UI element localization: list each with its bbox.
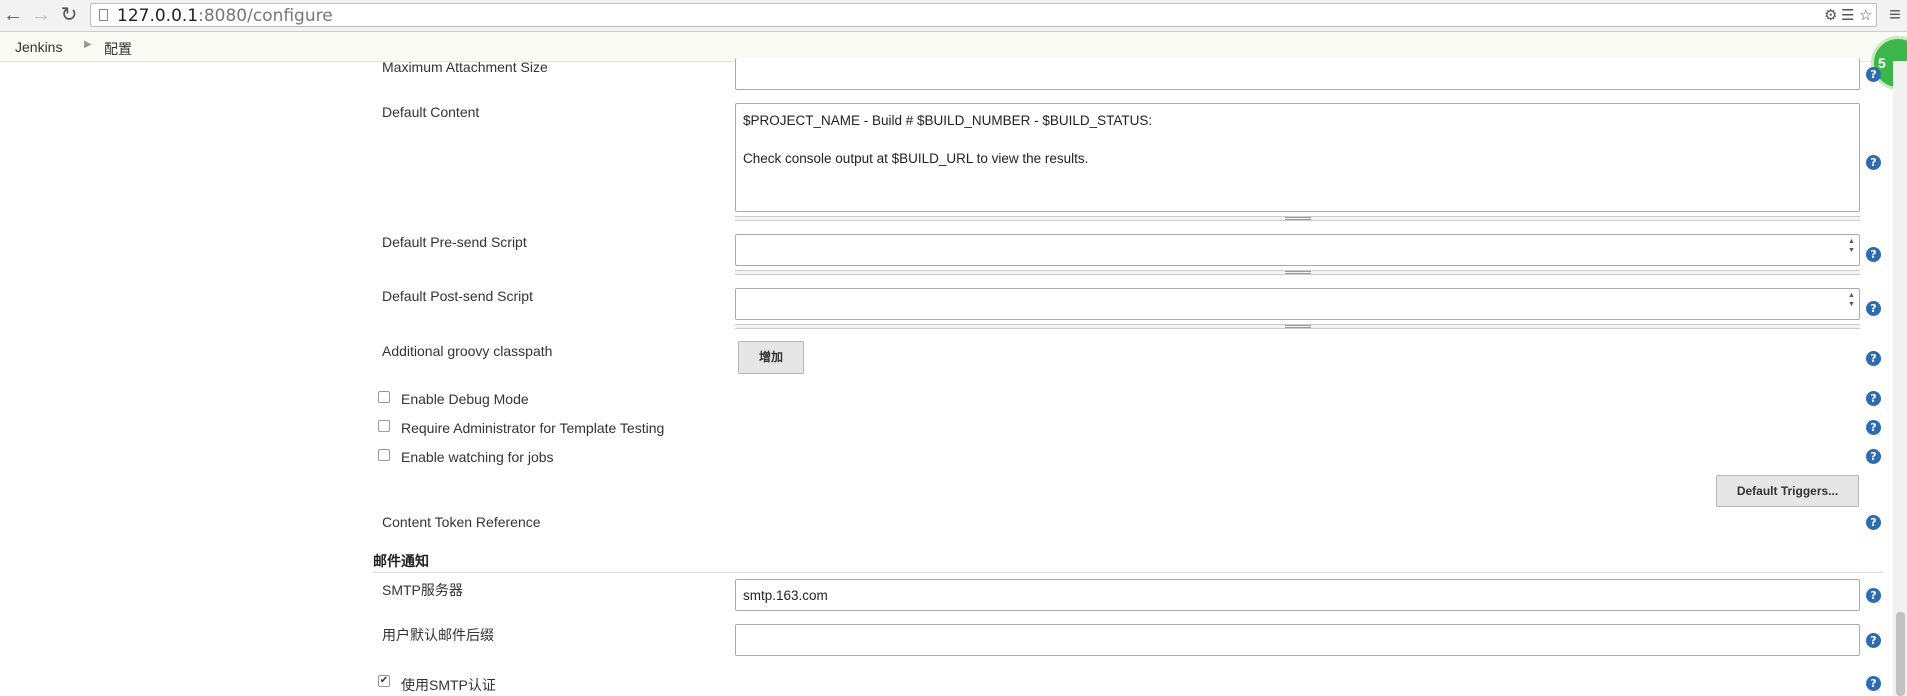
key-icon[interactable]: ⚙ bbox=[1824, 6, 1837, 24]
help-icon[interactable]: ? bbox=[1866, 155, 1881, 170]
debug-mode-label: Enable Debug Mode bbox=[401, 391, 529, 407]
help-icon[interactable]: ? bbox=[1866, 633, 1881, 648]
add-classpath-button[interactable]: 增加 bbox=[738, 341, 804, 374]
default-content-textarea[interactable]: $PROJECT_NAME - Build # $BUILD_NUMBER - … bbox=[735, 103, 1860, 212]
max-attachment-input[interactable] bbox=[735, 58, 1860, 90]
smtp-server-input[interactable]: smtp.163.com bbox=[735, 579, 1860, 611]
use-smtp-auth-label: 使用SMTP认证 bbox=[401, 677, 496, 693]
default-triggers-button[interactable]: Default Triggers... bbox=[1716, 475, 1859, 507]
require-admin-label: Require Administrator for Template Testi… bbox=[401, 420, 665, 436]
debug-mode-checkbox[interactable] bbox=[378, 391, 390, 403]
mail-suffix-input[interactable] bbox=[735, 624, 1860, 656]
reload-icon[interactable]: ↻ bbox=[58, 4, 80, 26]
groovy-classpath-label: Additional groovy classpath bbox=[382, 343, 553, 359]
help-icon[interactable]: ? bbox=[1866, 247, 1881, 262]
pre-send-script-textarea[interactable]: ▲ ▼ bbox=[735, 234, 1860, 266]
help-icon[interactable]: ? bbox=[1866, 588, 1881, 603]
post-send-label: Default Post-send Script bbox=[382, 288, 533, 304]
breadcrumb-jenkins[interactable]: Jenkins bbox=[15, 39, 62, 55]
help-icon[interactable]: ? bbox=[1866, 351, 1881, 366]
enable-watching-checkbox[interactable] bbox=[378, 449, 390, 461]
default-content-label: Default Content bbox=[382, 104, 480, 120]
mail-suffix-label: 用户默认邮件后缀 bbox=[382, 627, 494, 643]
textarea-spinner-icon[interactable]: ▲ ▼ bbox=[1846, 237, 1857, 264]
require-admin-checkbox[interactable] bbox=[378, 420, 390, 432]
textarea-resize-grip[interactable] bbox=[735, 324, 1860, 329]
page-icon bbox=[99, 9, 108, 21]
mail-section-title: 邮件通知 bbox=[373, 553, 429, 569]
textarea-spinner-icon[interactable]: ▲ ▼ bbox=[1846, 291, 1857, 318]
help-icon[interactable]: ? bbox=[1866, 515, 1881, 530]
translate-icon[interactable]: ☰ bbox=[1841, 6, 1854, 24]
help-icon[interactable]: ? bbox=[1866, 301, 1881, 316]
help-icon[interactable]: ? bbox=[1866, 391, 1881, 406]
help-icon[interactable]: ? bbox=[1866, 67, 1881, 82]
content-token-label: Content Token Reference bbox=[382, 514, 541, 530]
use-smtp-auth-checkbox[interactable]: ✔ bbox=[378, 675, 390, 687]
url-text: 127.0.0.1:8080/configure bbox=[117, 6, 333, 26]
browser-toolbar: ← → ↻ 127.0.0.1:8080/configure ⚙ ☰ ☆ ≡ bbox=[0, 0, 1907, 32]
textarea-resize-grip[interactable] bbox=[735, 216, 1860, 221]
pre-send-label: Default Pre-send Script bbox=[382, 234, 527, 250]
help-icon[interactable]: ? bbox=[1866, 449, 1881, 464]
section-divider bbox=[373, 572, 1883, 573]
help-icon[interactable]: ? bbox=[1866, 676, 1881, 691]
post-send-script-textarea[interactable]: ▲ ▼ bbox=[735, 288, 1860, 320]
menu-icon[interactable]: ≡ bbox=[1884, 4, 1906, 26]
max-attachment-label: Maximum Attachment Size bbox=[382, 59, 548, 75]
scrollbar-thumb[interactable] bbox=[1896, 612, 1905, 696]
enable-watching-label: Enable watching for jobs bbox=[401, 449, 554, 465]
breadcrumb-configure[interactable]: 配置 bbox=[104, 39, 132, 59]
forward-arrow-icon[interactable]: → bbox=[30, 4, 52, 26]
page-scrollbar[interactable] bbox=[1893, 61, 1907, 696]
smtp-server-label: SMTP服务器 bbox=[382, 582, 463, 598]
breadcrumb-chevron-icon[interactable]: ▶ bbox=[84, 39, 92, 50]
address-bar[interactable]: 127.0.0.1:8080/configure ⚙ ☰ ☆ bbox=[90, 3, 1877, 27]
bookmark-star-icon[interactable]: ☆ bbox=[1859, 6, 1872, 24]
help-icon[interactable]: ? bbox=[1866, 420, 1881, 435]
textarea-resize-grip[interactable] bbox=[735, 270, 1860, 275]
back-arrow-icon[interactable]: ← bbox=[2, 4, 24, 26]
